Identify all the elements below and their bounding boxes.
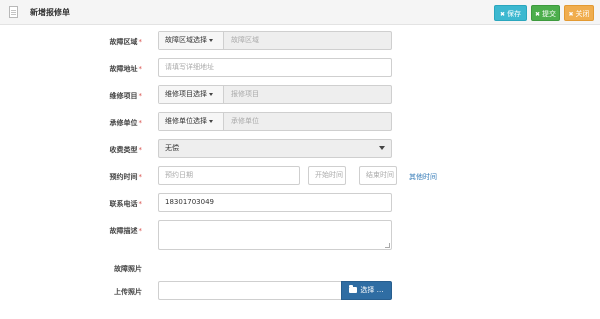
contractor-field: 维修单位选择 承修单位	[158, 112, 392, 131]
document-icon	[9, 6, 18, 18]
save-button[interactable]: ✖ 保存	[494, 5, 527, 21]
choose-file-button[interactable]: 选择 …	[341, 281, 392, 300]
appointment-date-input[interactable]: 预约日期	[158, 166, 300, 185]
repair-item-input[interactable]: 报修项目	[231, 86, 259, 103]
chevron-down-icon	[379, 146, 385, 150]
close-icon: ✖	[568, 11, 574, 18]
close-button[interactable]: ✖ 关闭	[564, 5, 594, 21]
other-time-link[interactable]: 其他时间	[409, 172, 437, 182]
fault-address-input[interactable]: 请填写详细地址	[158, 58, 392, 77]
chevron-down-icon	[209, 38, 213, 42]
fee-type-label: 收费类型*	[109, 146, 143, 154]
appointment-start-input[interactable]: 开始时间	[308, 166, 346, 185]
close-button-label: 关闭	[575, 10, 590, 18]
upload-label: 上传照片	[114, 288, 142, 296]
header-bar: 新增报修单 ✖ 保存 ✖ 提交 ✖ 关闭	[0, 0, 600, 25]
chevron-down-icon	[209, 92, 213, 96]
fault-address-label: 故障地址*	[109, 65, 143, 73]
repair-item-label: 维修项目*	[109, 92, 143, 100]
upload-filename-input[interactable]	[158, 281, 342, 300]
fault-area-label: 故障区域*	[109, 38, 143, 46]
chevron-down-icon	[209, 119, 213, 123]
save-icon: ✖	[499, 11, 506, 18]
page-title: 新增报修单	[30, 8, 70, 17]
save-button-label: 保存	[507, 10, 522, 18]
folder-open-icon	[349, 285, 358, 293]
appointment-label: 预约时间*	[109, 173, 143, 181]
submit-button-label: 提交	[542, 10, 557, 18]
submit-icon: ✖	[534, 11, 541, 18]
fault-area-field: 故障区域选择 故障区域	[158, 31, 392, 50]
repair-item-select[interactable]: 维修项目选择	[159, 86, 224, 103]
phone-label: 联系电话*	[109, 200, 143, 208]
contractor-input[interactable]: 承修单位	[231, 113, 259, 130]
photos-label: 故障照片	[114, 265, 142, 273]
fee-type-select[interactable]: 无偿	[158, 139, 392, 158]
description-label: 故障描述*	[109, 227, 143, 235]
description-textarea[interactable]	[158, 220, 392, 250]
contractor-label: 承修单位*	[109, 119, 143, 127]
repair-item-field: 维修项目选择 报修项目	[158, 85, 392, 104]
fault-area-select[interactable]: 故障区域选择	[159, 32, 224, 49]
resize-handle-icon[interactable]	[385, 243, 390, 248]
appointment-end-input[interactable]: 结束时间	[359, 166, 397, 185]
submit-button[interactable]: ✖ 提交	[531, 5, 560, 21]
contractor-select[interactable]: 维修单位选择	[159, 113, 224, 130]
choose-file-label: 选择 …	[360, 286, 384, 294]
fault-area-input[interactable]: 故障区域	[231, 32, 259, 49]
phone-input[interactable]: 18301703049	[158, 193, 392, 212]
